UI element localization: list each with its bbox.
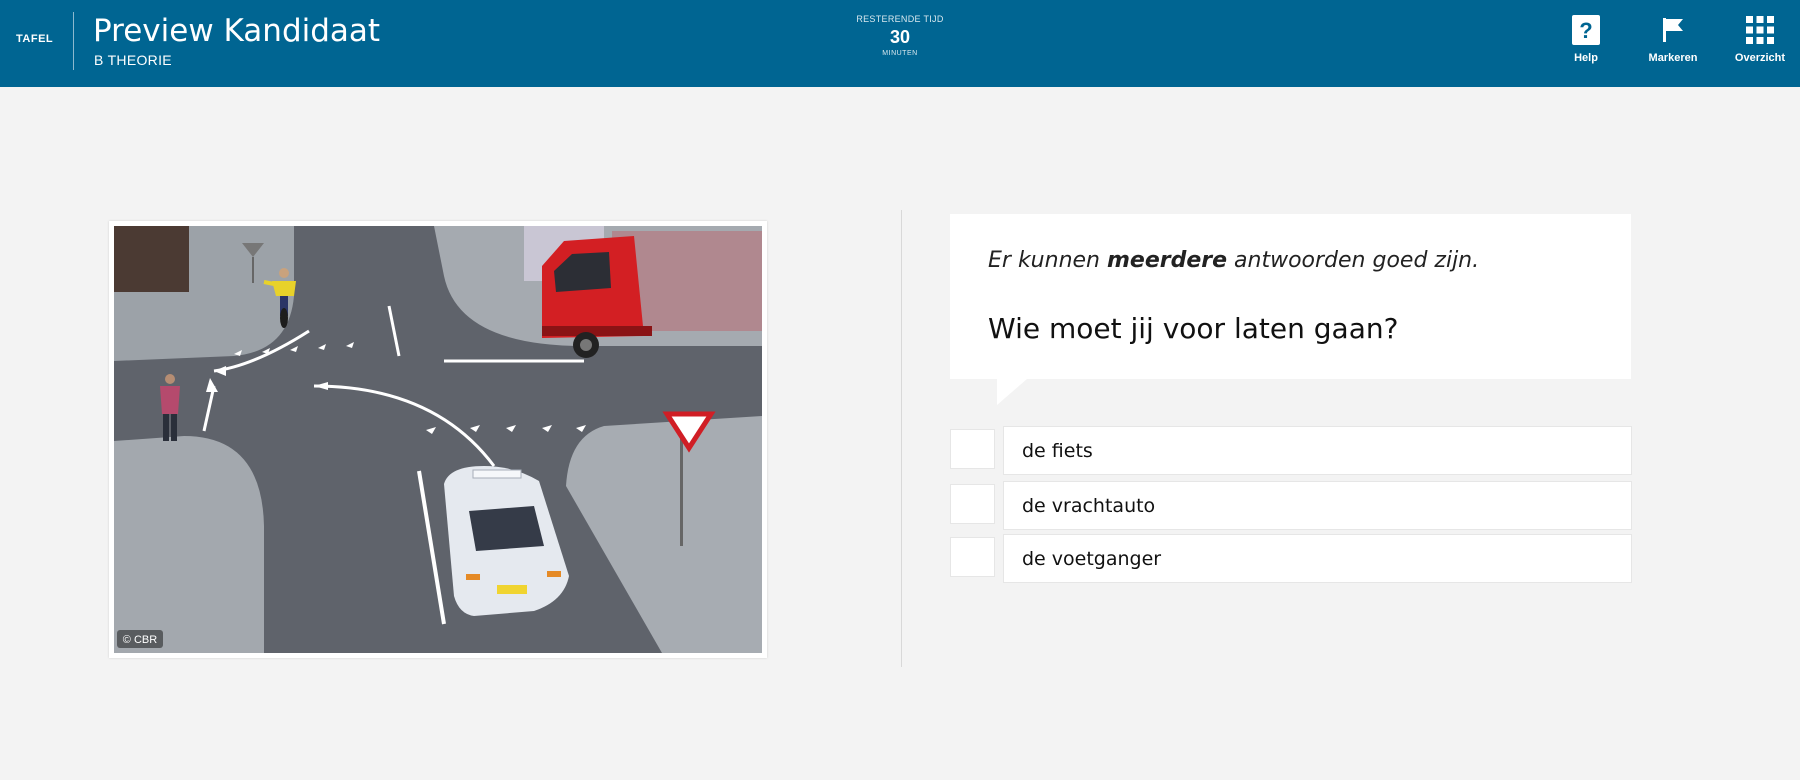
answer-checkbox[interactable] <box>950 537 995 577</box>
copyright-text: © CBR <box>123 634 157 646</box>
exam-subtitle: B THEORIE <box>94 52 172 68</box>
answer-label: de fiets <box>1022 440 1093 462</box>
question-instruction: Er kunnen meerdere antwoorden goed zijn. <box>988 248 1479 273</box>
tafel-label: TAFEL <box>16 33 54 45</box>
question-text: Wie moet jij voor laten gaan? <box>988 312 1399 345</box>
help-icon: ? <box>1572 15 1600 45</box>
copyright-badge: © CBR <box>117 630 163 648</box>
sidewalk-bottom-left <box>114 436 264 653</box>
answer-checkbox[interactable] <box>950 484 995 524</box>
building-left <box>114 226 189 292</box>
answer-option[interactable]: de voetganger <box>950 534 1632 583</box>
answer-checkbox[interactable] <box>950 429 995 469</box>
flag-icon <box>1663 18 1683 42</box>
instruction-pre: Er kunnen <box>988 248 1107 273</box>
help-label: Help <box>1574 52 1598 64</box>
header-divider <box>73 12 74 70</box>
top-bar: TAFEL Preview Kandidaat B THEORIE RESTER… <box>0 0 1800 87</box>
page-title: Preview Kandidaat <box>93 13 381 49</box>
question-box: Er kunnen meerdere antwoorden goed zijn.… <box>950 214 1631 379</box>
answer-label: de voetganger <box>1022 548 1162 570</box>
speech-tail <box>997 379 1027 405</box>
answer-option[interactable]: de vrachtauto <box>950 481 1632 530</box>
answer-button[interactable]: de voetganger <box>1003 534 1632 583</box>
timer-unit: MINUTEN <box>882 50 918 57</box>
answer-button[interactable]: de fiets <box>1003 426 1632 475</box>
question-image: © CBR <box>109 221 767 658</box>
timer-value: 30 <box>889 27 911 47</box>
mark-button[interactable]: Markeren <box>1633 14 1713 64</box>
svg-text:?: ? <box>1579 18 1592 43</box>
grid-icon <box>1746 16 1774 44</box>
instruction-bold: meerdere <box>1106 248 1228 273</box>
answer-option[interactable]: de fiets <box>950 426 1632 475</box>
remaining-time: RESTERENDE TIJD 30 MINUTEN <box>840 14 960 57</box>
timer-label: RESTERENDE TIJD <box>856 14 944 24</box>
panel-divider <box>901 210 902 667</box>
help-button[interactable]: ? Help <box>1546 14 1626 64</box>
answer-label: de vrachtauto <box>1022 495 1156 517</box>
answer-button[interactable]: de vrachtauto <box>1003 481 1632 530</box>
traffic-scene: © CBR <box>114 226 762 653</box>
mark-label: Markeren <box>1648 52 1698 64</box>
overview-button[interactable]: Overzicht <box>1720 14 1800 64</box>
instruction-post: antwoorden goed zijn. <box>1227 248 1480 273</box>
overview-label: Overzicht <box>1734 52 1786 64</box>
